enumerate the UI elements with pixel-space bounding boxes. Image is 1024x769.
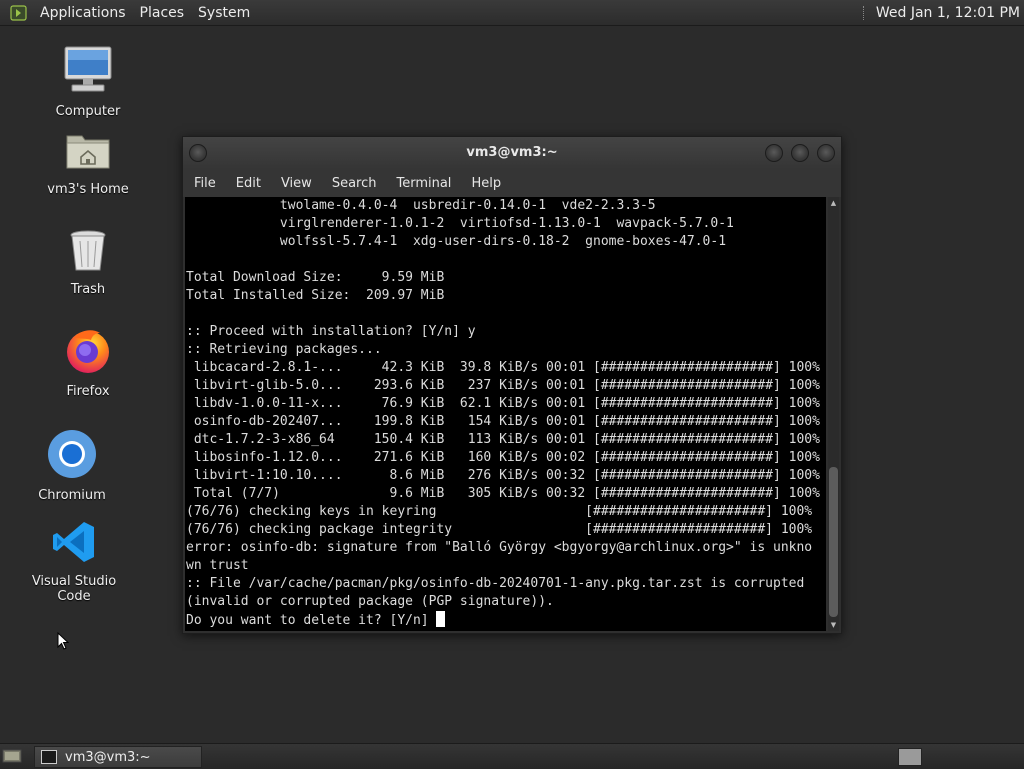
terminal-line: Total Download Size: 9.59 MiB [186,270,445,285]
terminal-line: (76/76) checking package integrity [####… [186,522,813,537]
clock-area: Wed Jan 1, 12:01 PM [862,0,1024,25]
trash-icon [28,226,148,278]
scroll-down-arrow-icon[interactable]: ▼ [828,619,839,631]
window-menu-button[interactable] [189,144,207,162]
desktop-icon-label: Trash [70,282,106,297]
terminal-line: (76/76) checking keys in keyring [######… [186,504,813,519]
desktop-icon-label: Computer [55,104,121,119]
terminal-prompt: Do you want to delete it? [Y/n] [186,613,437,628]
terminal-line: osinfo-db-202407... 199.8 KiB 154 KiB/s … [186,414,820,429]
terminal-scrollbar[interactable]: ▲ ▼ [828,197,839,631]
terminal-line: Total (7/7) 9.6 MiB 305 KiB/s 00:32 [###… [186,486,820,501]
terminal-line: virglrenderer-1.0.1-2 virtiofsd-1.13.0-1… [186,216,734,231]
terminal-icon [41,750,57,764]
terminal-line: libosinfo-1.12.0... 271.6 KiB 160 KiB/s … [186,450,820,465]
desktop-icon-home[interactable]: vm3's Home [28,126,148,197]
terminal-line: (invalid or corrupted package (PGP signa… [186,594,554,609]
show-desktop-icon[interactable] [2,748,22,764]
terminal-line: libvirt-1:10.10.... 8.6 MiB 276 KiB/s 00… [186,468,820,483]
vscode-icon [14,518,134,570]
terminal-line: wolfssl-5.7.4-1 xdg-user-dirs-0.18-2 gno… [186,234,727,249]
panel-separator [862,5,866,20]
desktop-icon-firefox[interactable]: Firefox [28,324,148,399]
terminal-menubar: File Edit View Search Terminal Help [183,169,841,197]
terminal-line: Total Installed Size: 209.97 MiB [186,288,445,303]
terminal-line: dtc-1.7.2-3-x86_64 150.4 KiB 113 KiB/s 0… [186,432,820,447]
desktop-icon-trash[interactable]: Trash [28,226,148,297]
workspace-switcher[interactable] [898,748,922,766]
desktop-icon-label: Chromium [38,488,106,503]
menu-search[interactable]: Search [321,176,386,191]
places-menu[interactable]: Places [134,5,191,21]
terminal-line: libcacard-2.8.1-... 42.3 KiB 39.8 KiB/s … [186,360,820,375]
terminal-line: libvirt-glib-5.0... 293.6 KiB 237 KiB/s … [186,378,820,393]
desktop-icon-computer[interactable]: Computer [28,44,148,119]
menu-edit[interactable]: Edit [225,176,270,191]
scroll-up-arrow-icon[interactable]: ▲ [828,197,839,209]
taskbar-terminal-button[interactable]: vm3@vm3:~ [34,746,202,768]
maximize-button[interactable] [791,144,809,162]
terminal-line: twolame-0.4.0-4 usbredir-0.14.0-1 vde2-2… [186,198,656,213]
chromium-icon [12,428,132,484]
applications-menu[interactable]: Applications [34,5,132,21]
mouse-pointer-icon [57,631,70,654]
menu-help[interactable]: Help [460,176,510,191]
computer-icon [28,44,148,100]
terminal-line: wn trust [186,558,249,573]
desktop-icon-chromium[interactable]: Chromium [12,428,132,503]
desktop-icon-label: Firefox [66,384,110,399]
system-menu[interactable]: System [192,5,256,21]
desktop-icon-label: vm3's Home [47,182,129,197]
clock[interactable]: Wed Jan 1, 12:01 PM [876,5,1024,21]
distro-logo-icon[interactable] [10,4,28,22]
menu-file[interactable]: File [183,176,225,191]
scrollbar-thumb[interactable] [829,467,838,617]
menu-view[interactable]: View [270,176,321,191]
desktop-icon-vscode[interactable]: Visual Studio Code [14,518,134,604]
terminal-cursor [436,611,446,627]
terminal-line: :: Retrieving packages... [186,342,382,357]
window-title: vm3@vm3:~ [466,145,558,160]
terminal-output[interactable]: twolame-0.4.0-4 usbredir-0.14.0-1 vde2-2… [185,197,826,631]
terminal-line: :: Proceed with installation? [Y/n] y [186,324,476,339]
terminal-prompt-line: Do you want to delete it? [Y/n] [185,611,826,629]
terminal-line: :: File /var/cache/pacman/pkg/osinfo-db-… [186,576,805,591]
close-button[interactable] [817,144,835,162]
terminal-line: libdv-1.0.0-11-x... 76.9 KiB 62.1 KiB/s … [186,396,820,411]
firefox-icon [28,324,148,380]
home-folder-icon [28,126,148,178]
menu-terminal[interactable]: Terminal [385,176,460,191]
taskbar-terminal-label: vm3@vm3:~ [65,749,151,765]
bottom-panel: vm3@vm3:~ [0,743,1024,769]
terminal-window[interactable]: vm3@vm3:~ File Edit View Search Terminal… [182,136,842,634]
minimize-button[interactable] [765,144,783,162]
terminal-line: error: osinfo-db: signature from "Balló … [186,540,813,555]
terminal-titlebar[interactable]: vm3@vm3:~ [183,137,841,169]
desktop-icon-label: Visual Studio Code [31,574,117,604]
top-panel: Applications Places System Wed Jan 1, 12… [0,0,1024,26]
